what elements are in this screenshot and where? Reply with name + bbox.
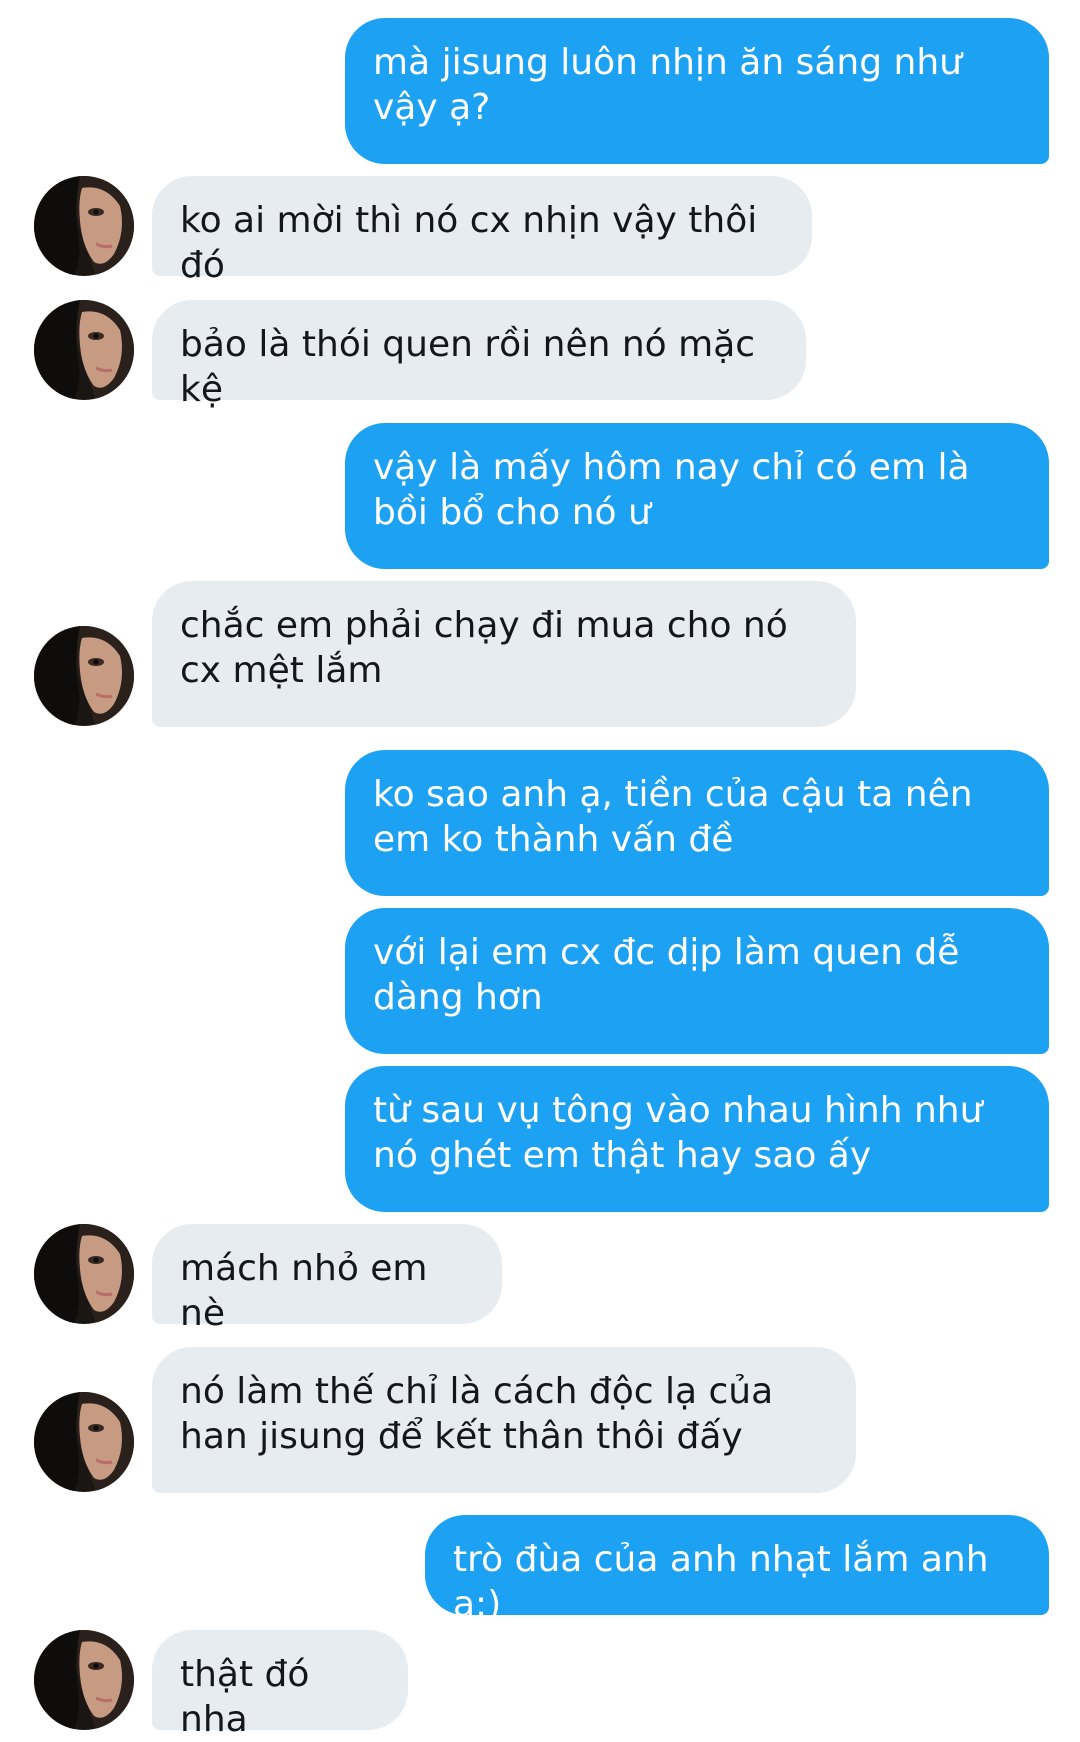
message-text: từ sau vụ tông vào nhau hình như nó ghét… — [373, 1090, 983, 1176]
conversation-thread: mà jisung luôn nhịn ăn sáng như vậy ạ? k… — [0, 0, 1080, 1741]
message-text: mách nhỏ em nè — [180, 1248, 428, 1334]
contact-avatar[interactable] — [34, 1630, 134, 1730]
avatar-photo-icon — [34, 300, 134, 400]
received-message[interactable]: mách nhỏ em nè — [152, 1224, 502, 1334]
sent-message[interactable]: ko sao anh ạ, tiền của cậu ta nên em ko … — [345, 750, 1049, 896]
avatar-photo-icon — [34, 1392, 134, 1492]
message-text: chắc em phải chạy đi mua cho nó cx mệt l… — [180, 605, 788, 691]
message-text: ko ai mời thì nó cx nhịn vậy thôi đó — [180, 200, 758, 286]
received-message[interactable]: ko ai mời thì nó cx nhịn vậy thôi đó — [152, 176, 812, 286]
message-text: nó làm thế chỉ là cách độc lạ của han ji… — [180, 1371, 774, 1457]
received-message[interactable]: bảo là thói quen rồi nên nó mặc kệ — [152, 300, 806, 410]
message-text: vậy là mấy hôm nay chỉ có em là bồi bổ c… — [373, 447, 970, 533]
avatar-photo-icon — [34, 626, 134, 726]
avatar-photo-icon — [34, 1630, 134, 1730]
contact-avatar[interactable] — [34, 300, 134, 400]
sent-message[interactable]: vậy là mấy hôm nay chỉ có em là bồi bổ c… — [345, 423, 1049, 569]
message-text: thật đó nha — [180, 1654, 310, 1740]
sent-message[interactable]: mà jisung luôn nhịn ăn sáng như vậy ạ? — [345, 18, 1049, 164]
contact-avatar[interactable] — [34, 1392, 134, 1492]
sent-message[interactable]: từ sau vụ tông vào nhau hình như nó ghét… — [345, 1066, 1049, 1212]
contact-avatar[interactable] — [34, 1224, 134, 1324]
avatar-photo-icon — [34, 1224, 134, 1324]
message-text: trò đùa của anh nhạt lắm anh ạ:) — [453, 1539, 989, 1625]
message-text: bảo là thói quen rồi nên nó mặc kệ — [180, 324, 756, 410]
message-text: ko sao anh ạ, tiền của cậu ta nên em ko … — [373, 774, 973, 860]
contact-avatar[interactable] — [34, 176, 134, 276]
contact-avatar[interactable] — [34, 626, 134, 726]
message-text: mà jisung luôn nhịn ăn sáng như vậy ạ? — [373, 42, 962, 128]
received-message[interactable]: chắc em phải chạy đi mua cho nó cx mệt l… — [152, 581, 856, 727]
sent-message[interactable]: trò đùa của anh nhạt lắm anh ạ:) — [425, 1515, 1049, 1625]
received-message[interactable]: nó làm thế chỉ là cách độc lạ của han ji… — [152, 1347, 856, 1493]
avatar-photo-icon — [34, 176, 134, 276]
sent-message[interactable]: với lại em cx đc dịp làm quen dễ dàng hơ… — [345, 908, 1049, 1054]
message-text: với lại em cx đc dịp làm quen dễ dàng hơ… — [373, 932, 960, 1018]
received-message[interactable]: thật đó nha — [152, 1630, 408, 1740]
